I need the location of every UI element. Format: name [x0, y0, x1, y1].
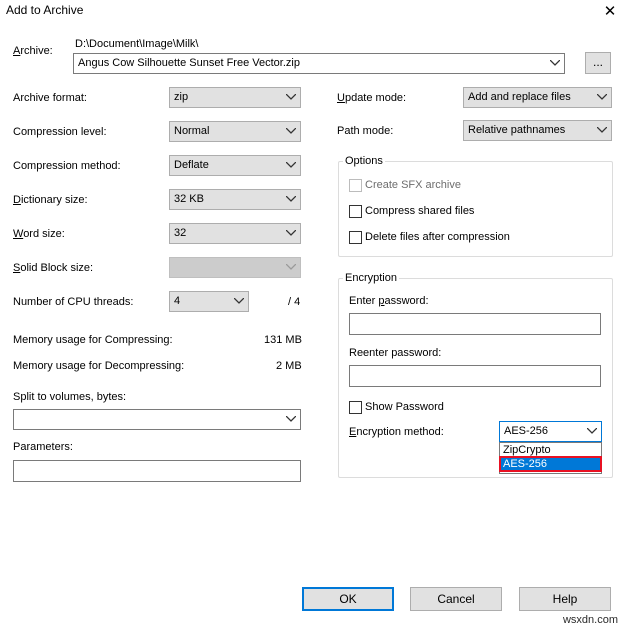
chevron-down-icon[interactable]: [285, 224, 297, 243]
cpu-threads-value: 4: [174, 295, 181, 307]
chevron-down-icon: [285, 258, 297, 277]
chevron-down-icon[interactable]: [233, 292, 245, 311]
compression-method-label: Compression method:: [13, 160, 121, 172]
compress-shared-checkbox[interactable]: [349, 205, 362, 218]
compression-level-select[interactable]: Normal: [169, 121, 301, 142]
parameters-input[interactable]: [13, 460, 301, 482]
compression-method-value: Deflate: [174, 159, 209, 171]
encryption-title: Encryption: [343, 271, 399, 285]
word-size-value: 32: [174, 227, 187, 239]
memory-decompress-label: Memory usage for Decompressing:: [13, 360, 185, 372]
options-title: Options: [343, 154, 385, 168]
encryption-method-dropdown: ZipCrypto AES-256: [499, 442, 602, 474]
archive-format-select[interactable]: zip: [169, 87, 301, 108]
cancel-button[interactable]: Cancel: [410, 587, 502, 611]
encryption-method-value: AES-256: [504, 425, 549, 437]
path-mode-label: Path mode:: [337, 125, 394, 137]
show-password-checkbox[interactable]: [349, 401, 362, 414]
reenter-password-label: Reenter password:: [349, 347, 442, 359]
cpu-threads-total: / 4: [288, 296, 301, 308]
delete-after-checkbox[interactable]: [349, 231, 362, 244]
watermark: wsxdn.com: [562, 614, 618, 626]
archive-name-value: Angus Cow Silhouette Sunset Free Vector.…: [78, 57, 300, 69]
solid-block-size-select: [169, 257, 301, 278]
word-size-select[interactable]: 32: [169, 223, 301, 244]
create-sfx-checkbox: [349, 179, 362, 192]
dictionary-size-value: 32 KB: [174, 193, 204, 205]
delete-after-label: Delete files after compression: [365, 231, 510, 243]
close-icon[interactable]: ✕: [600, 3, 620, 21]
chevron-down-icon[interactable]: [549, 54, 561, 73]
archive-name-combo[interactable]: Angus Cow Silhouette Sunset Free Vector.…: [73, 53, 565, 74]
memory-decompress-value: 2 MB: [276, 360, 302, 372]
encryption-option-zipcrypto[interactable]: ZipCrypto: [500, 443, 601, 457]
split-volumes-label: Split to volumes, bytes:: [13, 391, 127, 403]
compress-shared-label: Compress shared files: [365, 205, 475, 217]
browse-button[interactable]: ...: [585, 52, 611, 74]
solid-block-size-label: Solid Block size:: [13, 262, 94, 274]
show-password-label: Show Password: [365, 401, 444, 413]
chevron-down-icon[interactable]: [596, 88, 608, 107]
compression-method-select[interactable]: Deflate: [169, 155, 301, 176]
path-mode-select[interactable]: Relative pathnames: [463, 120, 612, 141]
update-mode-label: Update mode:: [337, 92, 407, 104]
split-volumes-combo[interactable]: [13, 409, 301, 430]
parameters-label: Parameters:: [13, 441, 73, 453]
dictionary-size-select[interactable]: 32 KB: [169, 189, 301, 210]
archive-path: D:\Document\Image\Milk\: [75, 38, 199, 50]
chevron-down-icon[interactable]: [596, 121, 608, 140]
update-mode-value: Add and replace files: [468, 91, 571, 103]
enter-password-input[interactable]: [349, 313, 601, 335]
chevron-down-icon[interactable]: [586, 422, 598, 441]
memory-compress-value: 131 MB: [264, 334, 302, 346]
archive-format-value: zip: [174, 91, 189, 103]
archive-label: Archive:: [13, 45, 53, 57]
chevron-down-icon[interactable]: [285, 190, 297, 209]
archive-format-label: Archive format:: [13, 92, 87, 104]
create-sfx-label: Create SFX archive: [365, 179, 461, 191]
encryption-option-aes256[interactable]: AES-256: [499, 456, 602, 472]
chevron-down-icon[interactable]: [285, 88, 297, 107]
dictionary-size-label: Dictionary size:: [13, 194, 88, 206]
enter-password-label: Enter password:: [349, 295, 429, 307]
chevron-down-icon[interactable]: [285, 122, 297, 141]
compression-level-value: Normal: [174, 125, 210, 137]
chevron-down-icon[interactable]: [285, 410, 297, 429]
ok-button[interactable]: OK: [302, 587, 394, 611]
cpu-threads-select[interactable]: 4: [169, 291, 249, 312]
window-title: Add to Archive: [6, 3, 84, 17]
memory-compress-label: Memory usage for Compressing:: [13, 334, 173, 346]
update-mode-select[interactable]: Add and replace files: [463, 87, 612, 108]
reenter-password-input[interactable]: [349, 365, 601, 387]
word-size-label: Word size:: [13, 228, 65, 240]
encryption-method-select[interactable]: AES-256: [499, 421, 602, 442]
cpu-threads-label: Number of CPU threads:: [13, 296, 134, 308]
compression-level-label: Compression level:: [13, 126, 107, 138]
help-button[interactable]: Help: [519, 587, 611, 611]
encryption-method-label: Encryption method:: [349, 426, 444, 438]
chevron-down-icon[interactable]: [285, 156, 297, 175]
path-mode-value: Relative pathnames: [468, 124, 566, 136]
